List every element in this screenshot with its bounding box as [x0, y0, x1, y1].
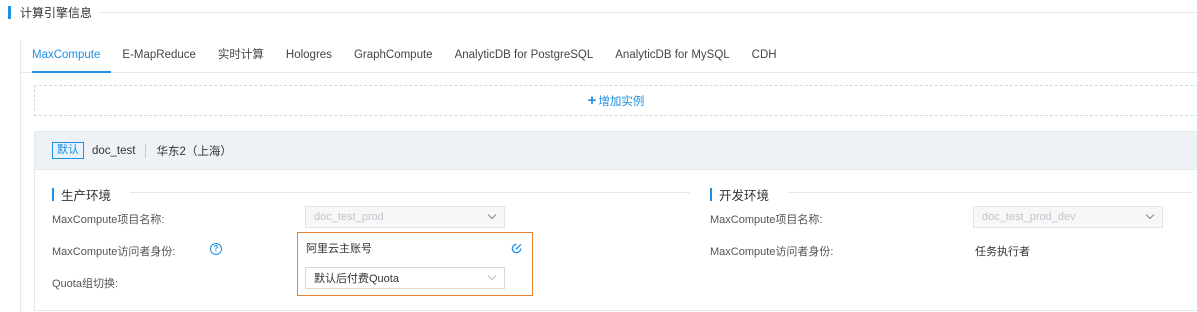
- chevron-down-icon: [487, 210, 497, 220]
- tab-realtime-compute[interactable]: 实时计算: [207, 40, 275, 73]
- add-instance-label: 增加实例: [598, 95, 645, 108]
- production-divider: [130, 192, 690, 193]
- production-identity-value: 阿里云主账号: [306, 243, 372, 255]
- instance-card: 默认 doc_test 华东2（上海） 生产环境 MaxCompute项目名称:…: [34, 131, 1197, 311]
- development-identity-label: MaxCompute访问者身份:: [710, 246, 834, 258]
- tab-graphcompute[interactable]: GraphCompute: [343, 40, 444, 73]
- tab-analyticdb-postgresql[interactable]: AnalyticDB for PostgreSQL: [444, 40, 605, 73]
- development-project-label: MaxCompute项目名称:: [710, 214, 823, 226]
- production-project-label: MaxCompute项目名称:: [52, 214, 165, 226]
- section-divider: [100, 12, 1197, 13]
- engine-panel: MaxCompute E-MapReduce 实时计算 Hologres Gra…: [20, 40, 1197, 312]
- edit-icon[interactable]: [510, 242, 523, 255]
- development-identity-value: 任务执行者: [975, 246, 1030, 258]
- production-quota-value: 默认后付费Quota: [314, 273, 399, 285]
- production-identity-label: MaxCompute访问者身份:: [52, 246, 176, 258]
- tab-analyticdb-mysql[interactable]: AnalyticDB for MySQL: [604, 40, 740, 73]
- tab-maxcompute[interactable]: MaxCompute: [32, 40, 112, 73]
- tab-hologres[interactable]: Hologres: [275, 40, 343, 73]
- production-accent-bar: [52, 188, 54, 201]
- production-env-header: 生产环境: [52, 185, 111, 204]
- instance-name: doc_test: [92, 144, 136, 157]
- development-project-select: doc_test_prod_dev: [973, 206, 1163, 228]
- section-accent-bar: [8, 5, 11, 19]
- section-header: 计算引擎信息: [8, 4, 92, 20]
- development-env-title: 开发环境: [719, 189, 770, 203]
- section-title: 计算引擎信息: [20, 5, 93, 20]
- tab-e-mapreduce[interactable]: E-MapReduce: [111, 40, 207, 73]
- development-divider: [788, 192, 1193, 193]
- development-accent-bar: [710, 188, 712, 201]
- header-separator: [145, 143, 147, 158]
- plus-icon: +: [587, 92, 597, 109]
- production-env-title: 生产环境: [61, 189, 112, 203]
- default-badge: 默认: [52, 142, 84, 159]
- development-project-value: doc_test_prod_dev: [982, 211, 1076, 223]
- production-project-select: doc_test_prod: [305, 206, 505, 228]
- production-quota-select[interactable]: 默认后付费Quota: [305, 267, 505, 289]
- production-quota-label: Quota组切换:: [52, 278, 119, 290]
- add-instance-button[interactable]: + 增加实例: [34, 85, 1197, 116]
- production-project-value: doc_test_prod: [314, 211, 384, 223]
- chevron-down-icon: [1145, 210, 1155, 220]
- chevron-down-icon: [487, 271, 497, 281]
- tab-cdh[interactable]: CDH: [741, 40, 788, 73]
- development-env-header: 开发环境: [710, 185, 769, 204]
- engine-tabs: MaxCompute E-MapReduce 实时计算 Hologres Gra…: [21, 40, 1197, 73]
- instance-card-header: 默认 doc_test 华东2（上海）: [35, 132, 1197, 170]
- help-icon[interactable]: ?: [210, 243, 222, 255]
- instance-region: 华东2（上海）: [156, 145, 232, 158]
